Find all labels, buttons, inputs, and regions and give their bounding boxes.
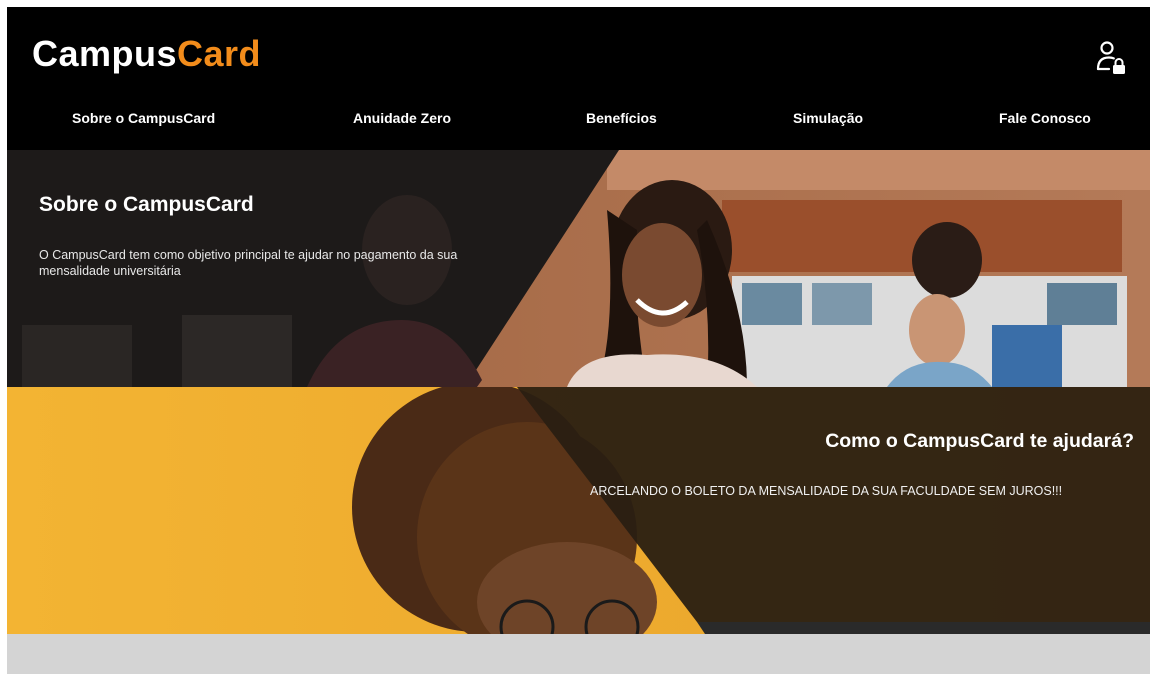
nav-item-anuidade-zero[interactable]: Anuidade Zero <box>353 110 451 126</box>
campuscard-logo[interactable]: CampusCard <box>32 33 261 75</box>
about-section: Sobre o CampusCard O CampusCard tem como… <box>7 150 1150 387</box>
help-title: Como o CampusCard te ajudará? <box>825 430 1134 452</box>
about-description: O CampusCard tem como objetivo principal… <box>39 248 458 278</box>
footer-band <box>7 634 1150 674</box>
help-background-image <box>7 387 1150 634</box>
nav-item-simulacao[interactable]: Simulação <box>793 110 863 126</box>
logo-part-campus: Campus <box>32 33 178 74</box>
page: CampusCard Sobre o CampusCard Anuidade Z… <box>7 7 1150 674</box>
logo-part-card: Card <box>177 33 262 74</box>
nav-item-sobre[interactable]: Sobre o CampusCard <box>72 110 215 126</box>
main-nav: Sobre o CampusCard Anuidade Zero Benefíc… <box>7 110 1150 140</box>
nav-item-beneficios[interactable]: Benefícios <box>586 110 657 126</box>
site-header: CampusCard Sobre o CampusCard Anuidade Z… <box>7 7 1150 150</box>
nav-item-fale-conosco[interactable]: Fale Conosco <box>999 110 1091 126</box>
help-section: Como o CampusCard te ajudará? ARCELANDO … <box>7 387 1150 634</box>
about-title: Sobre o CampusCard <box>39 193 254 216</box>
user-lock-icon <box>1096 41 1125 74</box>
help-description: ARCELANDO O BOLETO DA MENSALIDADE DA SUA… <box>590 484 1063 498</box>
user-login-button[interactable] <box>1095 39 1129 79</box>
